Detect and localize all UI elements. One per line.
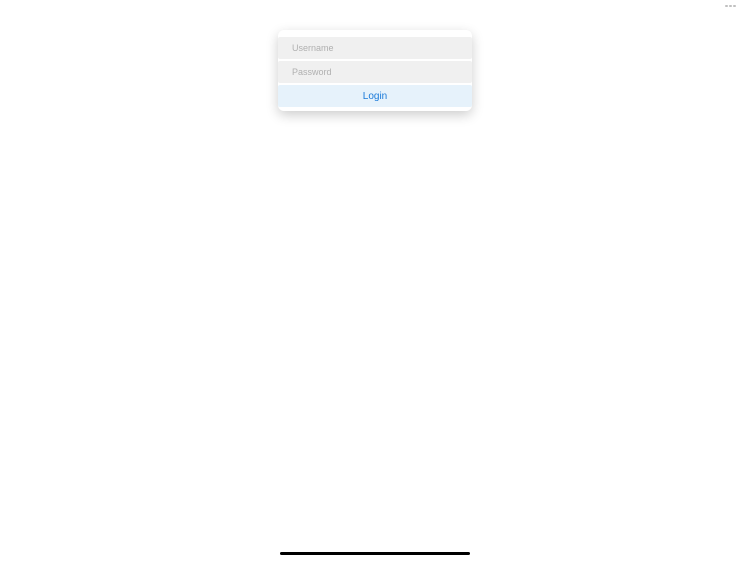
status-dot [733,5,736,7]
status-dot [729,5,732,7]
login-form: Login [278,30,472,111]
status-dot [725,5,728,7]
home-indicator [280,552,470,555]
password-input[interactable] [278,61,472,83]
password-field-wrapper [278,61,472,83]
status-bar-indicator [725,4,739,7]
login-button[interactable]: Login [278,85,472,107]
username-input[interactable] [278,37,472,59]
username-field-wrapper [278,37,472,59]
